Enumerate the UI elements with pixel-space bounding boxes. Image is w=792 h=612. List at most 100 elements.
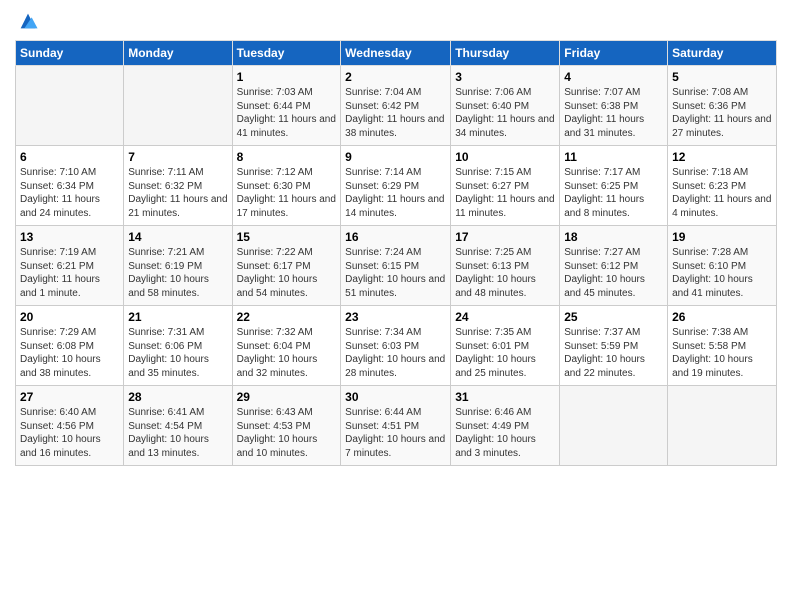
- day-number: 25: [564, 310, 663, 324]
- day-number: 5: [672, 70, 772, 84]
- calendar-header-sunday: Sunday: [16, 41, 124, 66]
- calendar-week-4: 27 Sunrise: 6:40 AMSunset: 4:56 PMDayligh…: [16, 386, 777, 466]
- day-number: 27: [20, 390, 119, 404]
- day-number: 9: [345, 150, 446, 164]
- calendar-cell: 12 Sunrise: 7:18 AMSunset: 6:23 PMDayligh…: [668, 146, 777, 226]
- calendar-cell: 16 Sunrise: 7:24 AMSunset: 6:15 PMDayligh…: [341, 226, 451, 306]
- calendar-week-0: 1Sunrise: 7:03 AMSunset: 6:44 PMDaylight…: [16, 66, 777, 146]
- day-number: 15: [237, 230, 337, 244]
- day-info: Sunrise: 7:37 AMSunset: 5:59 PMDaylight:…: [564, 326, 663, 380]
- calendar-cell: 1Sunrise: 7:03 AMSunset: 6:44 PMDaylight…: [232, 66, 341, 146]
- day-number: 10: [455, 150, 555, 164]
- calendar-cell: 20 Sunrise: 7:29 AMSunset: 6:08 PMDayligh…: [16, 306, 124, 386]
- calendar-cell: 30Sunrise: 6:44 AMSunset: 4:51 PMDayligh…: [341, 386, 451, 466]
- day-info: Sunrise: 7:27 AMSunset: 6:12 PMDaylight:…: [564, 246, 663, 300]
- calendar-cell: 9 Sunrise: 7:14 AMSunset: 6:29 PMDaylight…: [341, 146, 451, 226]
- calendar-cell: 23Sunrise: 7:34 AMSunset: 6:03 PMDayligh…: [341, 306, 451, 386]
- day-number: 6: [20, 150, 119, 164]
- calendar-cell: [124, 66, 232, 146]
- day-number: 12: [672, 150, 772, 164]
- day-info: Sunrise: 7:29 AMSunset: 6:08 PMDaylight:…: [20, 326, 119, 380]
- calendar-cell: 3 Sunrise: 7:06 AMSunset: 6:40 PMDaylight…: [451, 66, 560, 146]
- day-number: 23: [345, 310, 446, 324]
- calendar-header-row: SundayMondayTuesdayWednesdayThursdayFrid…: [16, 41, 777, 66]
- calendar-header-friday: Friday: [560, 41, 668, 66]
- calendar-cell: 25 Sunrise: 7:37 AMSunset: 5:59 PMDayligh…: [560, 306, 668, 386]
- day-info: Sunrise: 7:11 AMSunset: 6:32 PMDaylight:…: [128, 166, 227, 220]
- calendar-cell: 27 Sunrise: 6:40 AMSunset: 4:56 PMDayligh…: [16, 386, 124, 466]
- day-number: 3: [455, 70, 555, 84]
- day-number: 29: [237, 390, 337, 404]
- calendar-table: SundayMondayTuesdayWednesdayThursdayFrid…: [15, 40, 777, 466]
- day-number: 31: [455, 390, 555, 404]
- day-number: 30: [345, 390, 446, 404]
- calendar-cell: 29 Sunrise: 6:43 AMSunset: 4:53 PMDayligh…: [232, 386, 341, 466]
- calendar-cell: 7 Sunrise: 7:11 AMSunset: 6:32 PMDaylight…: [124, 146, 232, 226]
- day-number: 11: [564, 150, 663, 164]
- day-info: Sunrise: 6:43 AMSunset: 4:53 PMDaylight:…: [237, 406, 337, 460]
- day-info: Sunrise: 7:38 AMSunset: 5:58 PMDaylight:…: [672, 326, 772, 380]
- calendar-cell: 4Sunrise: 7:07 AMSunset: 6:38 PMDaylight…: [560, 66, 668, 146]
- calendar-cell: 19 Sunrise: 7:28 AMSunset: 6:10 PMDayligh…: [668, 226, 777, 306]
- day-number: 20: [20, 310, 119, 324]
- day-info: Sunrise: 7:08 AMSunset: 6:36 PMDaylight:…: [672, 86, 772, 140]
- logo-icon: [17, 10, 39, 32]
- day-info: Sunrise: 7:04 AMSunset: 6:42 PMDaylight:…: [345, 86, 446, 140]
- day-number: 22: [237, 310, 337, 324]
- calendar-week-1: 6Sunrise: 7:10 AMSunset: 6:34 PMDaylight…: [16, 146, 777, 226]
- header: [15, 10, 777, 32]
- day-info: Sunrise: 6:41 AMSunset: 4:54 PMDaylight:…: [128, 406, 227, 460]
- calendar-cell: 6Sunrise: 7:10 AMSunset: 6:34 PMDaylight…: [16, 146, 124, 226]
- calendar-body: 1Sunrise: 7:03 AMSunset: 6:44 PMDaylight…: [16, 66, 777, 466]
- day-number: 18: [564, 230, 663, 244]
- day-info: Sunrise: 7:32 AMSunset: 6:04 PMDaylight:…: [237, 326, 337, 380]
- calendar-cell: 15Sunrise: 7:22 AMSunset: 6:17 PMDayligh…: [232, 226, 341, 306]
- calendar-week-3: 20 Sunrise: 7:29 AMSunset: 6:08 PMDayligh…: [16, 306, 777, 386]
- calendar-cell: [668, 386, 777, 466]
- day-info: Sunrise: 6:40 AMSunset: 4:56 PMDaylight:…: [20, 406, 119, 460]
- day-info: Sunrise: 7:06 AMSunset: 6:40 PMDaylight:…: [455, 86, 555, 140]
- calendar-header-thursday: Thursday: [451, 41, 560, 66]
- calendar-cell: 11 Sunrise: 7:17 AMSunset: 6:25 PMDayligh…: [560, 146, 668, 226]
- day-info: Sunrise: 6:46 AMSunset: 4:49 PMDaylight:…: [455, 406, 555, 460]
- day-info: Sunrise: 7:24 AMSunset: 6:15 PMDaylight:…: [345, 246, 446, 300]
- calendar-cell: 13 Sunrise: 7:19 AMSunset: 6:21 PMDayligh…: [16, 226, 124, 306]
- day-info: Sunrise: 7:28 AMSunset: 6:10 PMDaylight:…: [672, 246, 772, 300]
- calendar-cell: [16, 66, 124, 146]
- day-number: 19: [672, 230, 772, 244]
- calendar-header-saturday: Saturday: [668, 41, 777, 66]
- calendar-cell: 21Sunrise: 7:31 AMSunset: 6:06 PMDayligh…: [124, 306, 232, 386]
- day-number: 13: [20, 230, 119, 244]
- calendar-header-tuesday: Tuesday: [232, 41, 341, 66]
- logo: [15, 10, 39, 32]
- day-number: 8: [237, 150, 337, 164]
- day-number: 16: [345, 230, 446, 244]
- day-number: 21: [128, 310, 227, 324]
- calendar-cell: [560, 386, 668, 466]
- day-info: Sunrise: 7:12 AMSunset: 6:30 PMDaylight:…: [237, 166, 337, 220]
- calendar-cell: 28 Sunrise: 6:41 AMSunset: 4:54 PMDayligh…: [124, 386, 232, 466]
- day-number: 2: [345, 70, 446, 84]
- day-number: 1: [237, 70, 337, 84]
- calendar-cell: 5 Sunrise: 7:08 AMSunset: 6:36 PMDaylight…: [668, 66, 777, 146]
- day-number: 7: [128, 150, 227, 164]
- calendar-cell: 10 Sunrise: 7:15 AMSunset: 6:27 PMDayligh…: [451, 146, 560, 226]
- day-number: 17: [455, 230, 555, 244]
- calendar-cell: 8 Sunrise: 7:12 AMSunset: 6:30 PMDaylight…: [232, 146, 341, 226]
- day-info: Sunrise: 7:15 AMSunset: 6:27 PMDaylight:…: [455, 166, 555, 220]
- page-container: SundayMondayTuesdayWednesdayThursdayFrid…: [0, 0, 792, 476]
- day-info: Sunrise: 7:07 AMSunset: 6:38 PMDaylight:…: [564, 86, 663, 140]
- day-info: Sunrise: 7:14 AMSunset: 6:29 PMDaylight:…: [345, 166, 446, 220]
- calendar-week-2: 13 Sunrise: 7:19 AMSunset: 6:21 PMDayligh…: [16, 226, 777, 306]
- day-info: Sunrise: 7:18 AMSunset: 6:23 PMDaylight:…: [672, 166, 772, 220]
- day-number: 14: [128, 230, 227, 244]
- calendar-cell: 18 Sunrise: 7:27 AMSunset: 6:12 PMDayligh…: [560, 226, 668, 306]
- day-number: 26: [672, 310, 772, 324]
- calendar-cell: 26 Sunrise: 7:38 AMSunset: 5:58 PMDayligh…: [668, 306, 777, 386]
- day-number: 28: [128, 390, 227, 404]
- calendar-cell: 22 Sunrise: 7:32 AMSunset: 6:04 PMDayligh…: [232, 306, 341, 386]
- day-info: Sunrise: 7:19 AMSunset: 6:21 PMDaylight:…: [20, 246, 119, 300]
- day-info: Sunrise: 7:35 AMSunset: 6:01 PMDaylight:…: [455, 326, 555, 380]
- day-info: Sunrise: 7:17 AMSunset: 6:25 PMDaylight:…: [564, 166, 663, 220]
- day-info: Sunrise: 7:25 AMSunset: 6:13 PMDaylight:…: [455, 246, 555, 300]
